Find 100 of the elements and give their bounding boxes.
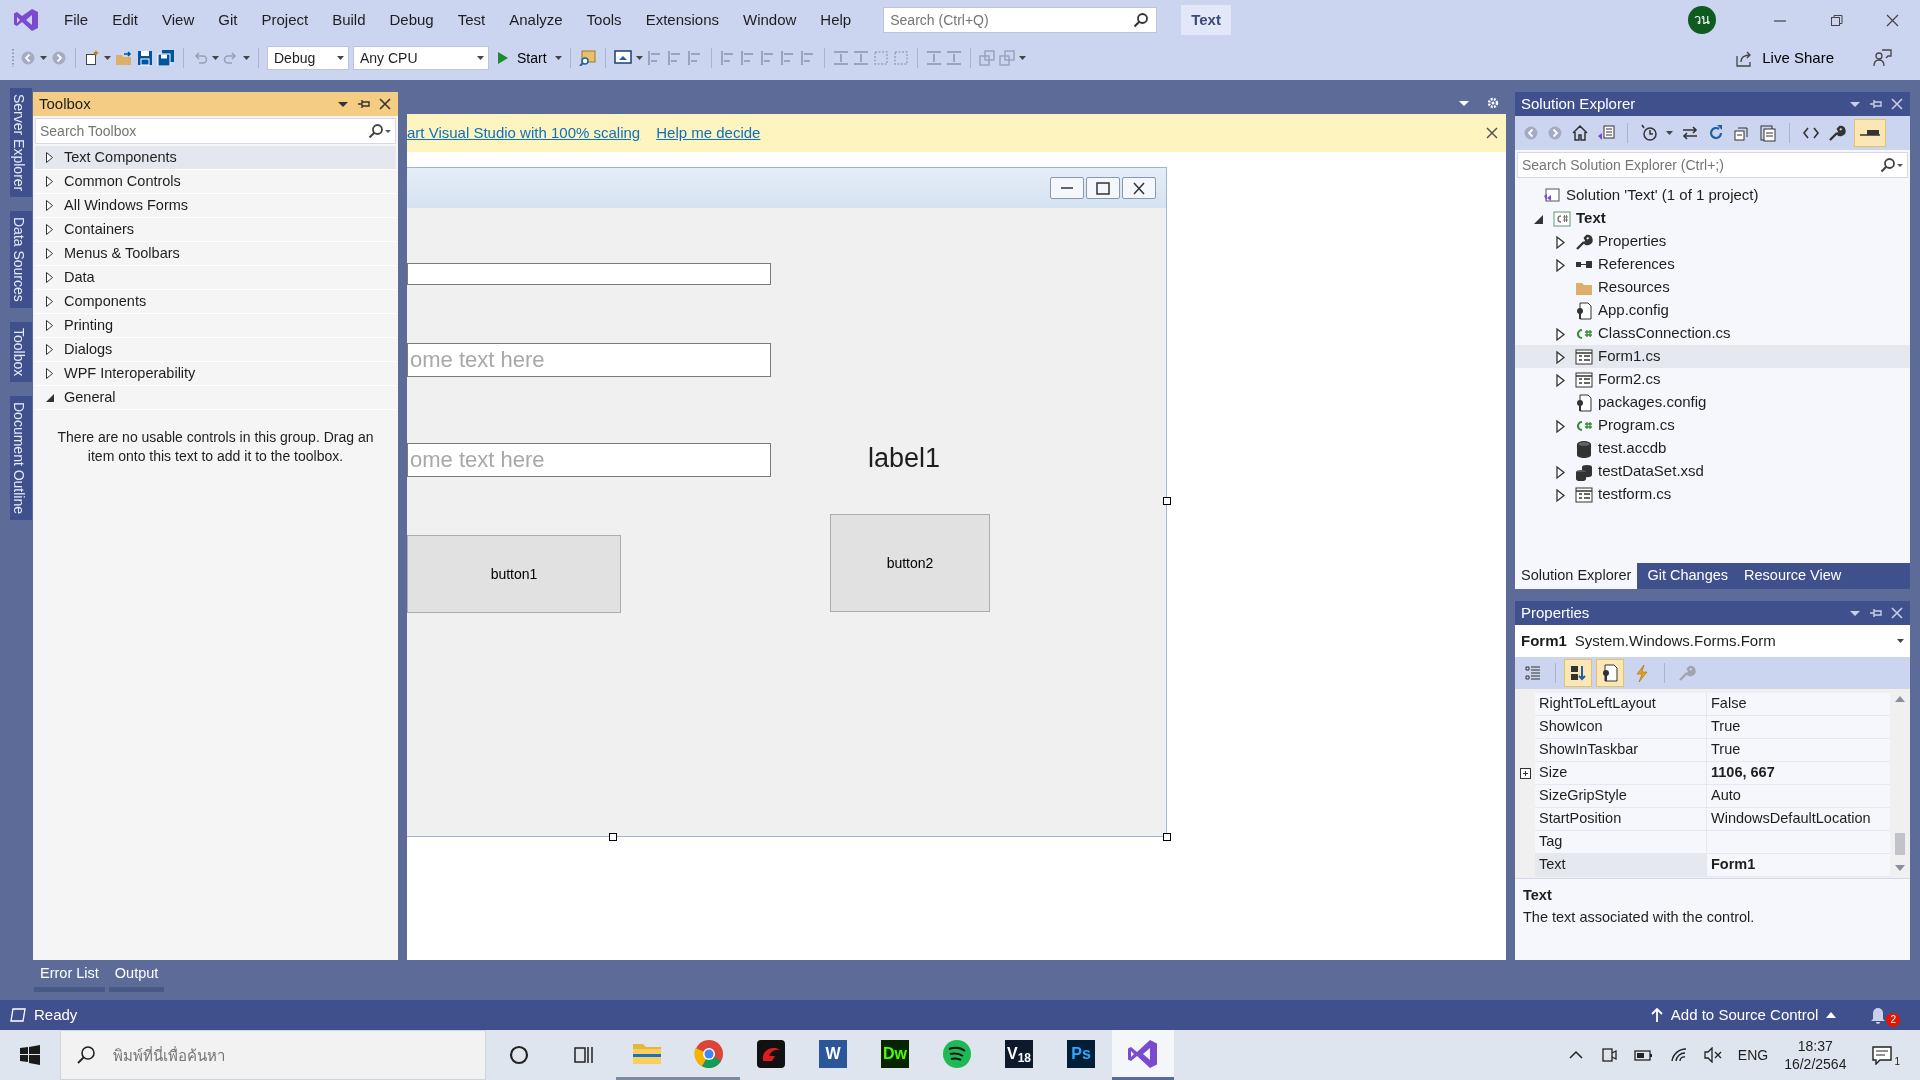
tree-item[interactable]: Resources	[1515, 276, 1910, 299]
expand-triangle-icon[interactable]	[1553, 233, 1568, 250]
close-icon[interactable]	[378, 97, 392, 111]
menu-item[interactable]: Debug	[377, 4, 446, 36]
source-control-button[interactable]: Add to Source Control	[1644, 1002, 1843, 1028]
toolbox-group[interactable]: All Windows Forms	[35, 194, 396, 218]
history-icon[interactable]	[1640, 124, 1658, 142]
pin-icon[interactable]	[356, 97, 372, 111]
close-button[interactable]	[1122, 177, 1156, 199]
battery-icon[interactable]	[1633, 1047, 1654, 1063]
task-view-icon[interactable]	[572, 1044, 595, 1066]
expand-triangle-icon[interactable]	[1553, 371, 1568, 388]
expand-triangle-icon[interactable]	[43, 294, 56, 309]
menu-item[interactable]: Extensions	[633, 4, 731, 36]
help-link[interactable]: Help me decide	[656, 121, 761, 145]
text-box[interactable]	[407, 263, 771, 285]
property-value[interactable]: Auto	[1707, 785, 1890, 808]
tree-item[interactable]: Form2.cs	[1515, 368, 1910, 391]
tree-item[interactable]: packages.config	[1515, 391, 1910, 414]
caret-icon[interactable]	[1666, 131, 1673, 135]
property-value[interactable]: 1106, 667	[1707, 762, 1890, 785]
property-value[interactable]: True	[1707, 716, 1890, 739]
toolbox-group[interactable]: Dialogs	[35, 338, 396, 362]
wrench-icon[interactable]	[1828, 124, 1846, 142]
clock[interactable]: 18:37 16/2/2564	[1784, 1036, 1847, 1074]
resize-handle[interactable]	[609, 833, 617, 841]
expand-triangle-icon[interactable]	[43, 366, 56, 381]
refresh-icon[interactable]	[1707, 124, 1725, 142]
show-files-icon[interactable]	[1759, 124, 1777, 142]
side-tab[interactable]: Data Sources	[10, 211, 32, 309]
side-tab[interactable]: Document Outline	[10, 396, 32, 521]
expand-triangle-icon[interactable]	[1553, 463, 1568, 480]
close-icon[interactable]	[1486, 127, 1498, 139]
expand-triangle-icon[interactable]	[43, 318, 56, 333]
property-name[interactable]: RightToLeftLayout	[1535, 693, 1707, 716]
menu-item[interactable]: Project	[249, 4, 321, 36]
toolbox-group[interactable]: WPF Interoperability	[35, 362, 396, 386]
toolbox-group[interactable]: Components	[35, 290, 396, 314]
save-all-icon[interactable]	[157, 50, 175, 66]
tree-item[interactable]: App.config	[1515, 299, 1910, 322]
dropdown[interactable]: Any CPU	[353, 46, 489, 70]
property-value[interactable]: WindowsDefaultLocation	[1707, 808, 1890, 831]
expand-triangle-icon[interactable]	[43, 246, 56, 261]
menu-item[interactable]: View	[150, 4, 207, 36]
vs-switch-views-icon[interactable]	[1597, 124, 1615, 142]
expand-triangle-icon[interactable]	[1553, 325, 1568, 342]
toolbox-group[interactable]: Text Components	[35, 146, 396, 170]
toolbox-group[interactable]: Data	[35, 266, 396, 290]
tree-item[interactable]: testform.cs	[1515, 483, 1910, 506]
side-tab[interactable]: Toolbox	[10, 322, 32, 383]
notification-bell[interactable]	[1870, 1006, 1887, 1024]
menu-item[interactable]: Test	[445, 4, 498, 36]
taskbar-app[interactable]: V$_{18}$	[988, 1030, 1050, 1080]
pin-icon[interactable]	[1868, 97, 1884, 111]
sort-button[interactable]	[1564, 659, 1592, 687]
scrollbar-thumb[interactable]	[1895, 832, 1905, 855]
menu-item[interactable]: File	[52, 4, 101, 36]
resize-handle[interactable]	[1163, 497, 1171, 505]
property-name[interactable]: ShowInTaskbar	[1535, 739, 1707, 762]
tree-item[interactable]: Text	[1515, 207, 1910, 230]
panel-tab[interactable]: Output	[108, 960, 165, 992]
notification-center-button[interactable]	[1872, 1045, 1893, 1065]
expand-triangle-icon[interactable]	[43, 342, 56, 357]
new-item-icon[interactable]	[84, 50, 100, 66]
restart-link[interactable]: art Visual Studio with 100% scaling	[407, 121, 641, 145]
circle-icon[interactable]	[507, 1044, 530, 1066]
preview-toggle[interactable]	[1854, 119, 1886, 147]
property-name[interactable]: Size	[1535, 762, 1707, 785]
expand-triangle-icon[interactable]	[43, 150, 56, 165]
windows-logo-icon[interactable]	[20, 1045, 40, 1065]
expand-plus-icon[interactable]	[1519, 768, 1531, 779]
language-indicator[interactable]: ENG	[1737, 1044, 1769, 1066]
wifi-icon[interactable]	[1669, 1047, 1688, 1063]
expand-triangle-icon[interactable]	[1553, 486, 1568, 503]
caret-icon[interactable]	[104, 56, 111, 60]
caret-icon[interactable]	[40, 56, 47, 60]
live-share-button[interactable]: Live Share	[1732, 46, 1838, 70]
taskbar-app[interactable]: Dw	[864, 1030, 926, 1080]
form-button[interactable]: button2	[830, 514, 990, 612]
menu-item[interactable]: Build	[320, 4, 378, 36]
tree-item[interactable]: References	[1515, 253, 1910, 276]
form-button[interactable]: button1	[407, 535, 621, 613]
open-folder-icon[interactable]	[115, 50, 133, 66]
property-name[interactable]: StartPosition	[1535, 808, 1707, 831]
tree-item[interactable]: test.accdb	[1515, 437, 1910, 460]
tree-item[interactable]: Form1.cs	[1515, 345, 1910, 368]
expand-triangle-icon[interactable]	[1553, 417, 1568, 434]
avatar[interactable]: วน	[1688, 6, 1716, 34]
tree-item[interactable]: Solution 'Text' (1 of 1 project)	[1515, 184, 1910, 207]
taskbar-app[interactable]: W	[802, 1030, 864, 1080]
menu-item[interactable]: Help	[808, 4, 864, 36]
panel-tab[interactable]: Error List	[34, 960, 105, 992]
scroll-down-icon[interactable]	[1894, 864, 1906, 872]
tree-item[interactable]: Program.cs	[1515, 414, 1910, 437]
caret-icon[interactable]	[243, 56, 250, 60]
screen-icon[interactable]	[613, 50, 632, 66]
collapse-all-icon[interactable]	[1733, 124, 1751, 142]
tree-item[interactable]: ClassConnection.cs	[1515, 322, 1910, 345]
toolbox-group[interactable]: Printing	[35, 314, 396, 338]
caret-icon[interactable]	[554, 56, 562, 60]
